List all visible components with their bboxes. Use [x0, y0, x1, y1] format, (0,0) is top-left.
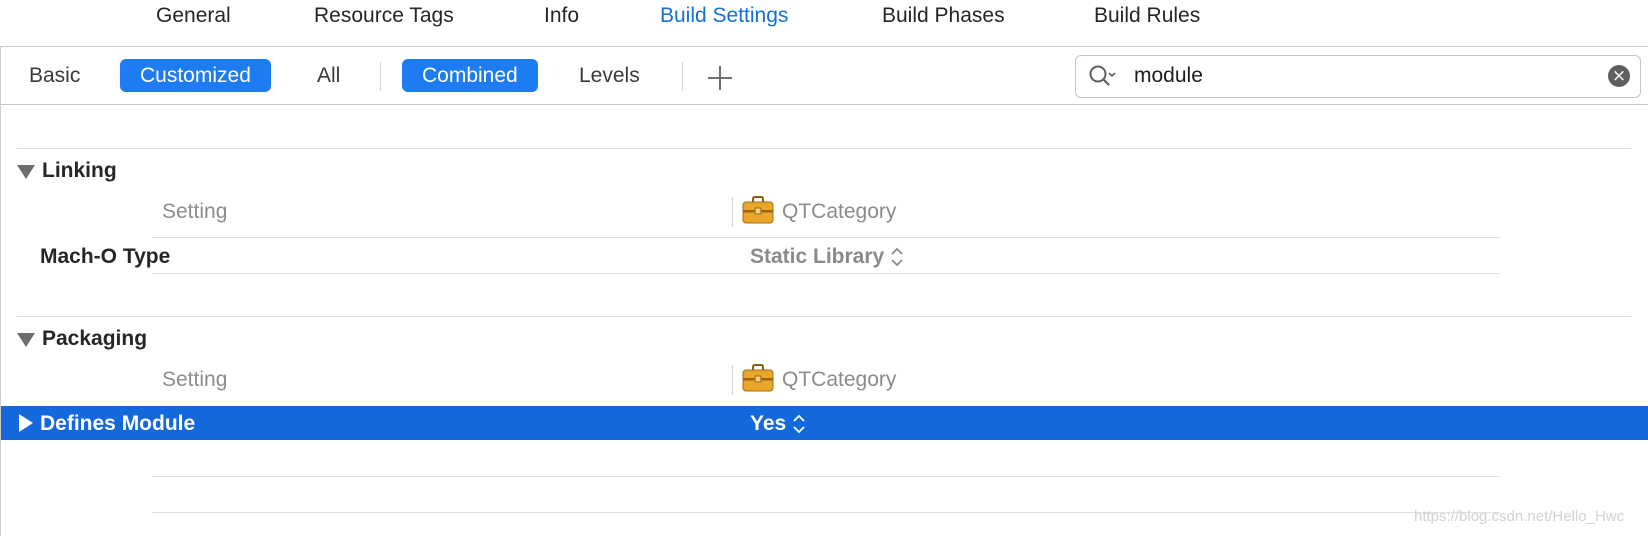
search-icon[interactable] — [1088, 64, 1116, 90]
editor-tab-bar: General Resource Tags Info Build Setting… — [0, 0, 1648, 47]
column-divider — [732, 365, 733, 395]
clear-search-icon[interactable]: × — [1608, 65, 1630, 87]
section-title-packaging: Packaging — [42, 327, 148, 350]
section-title-linking: Linking — [42, 159, 117, 182]
filter-divider — [682, 62, 683, 91]
column-divider — [732, 197, 733, 227]
left-border — [0, 46, 1, 536]
row-divider — [152, 512, 1500, 513]
toolbox-target-icon — [742, 364, 774, 392]
search-field[interactable]: × — [1075, 55, 1641, 98]
view-levels-button[interactable]: Levels — [559, 59, 660, 92]
linking-disclosure-triangle-icon[interactable] — [17, 165, 35, 179]
view-combined-button[interactable]: Combined — [402, 59, 538, 92]
row-divider — [152, 273, 1500, 274]
defines-module-value-popup[interactable]: Yes — [750, 412, 806, 436]
filter-divider — [380, 62, 381, 91]
setting-name-mach-o-type: Mach-O Type — [40, 245, 171, 268]
search-input[interactable] — [1134, 61, 1574, 91]
tab-resource-tags[interactable]: Resource Tags — [314, 4, 454, 28]
tab-build-settings[interactable]: Build Settings — [660, 4, 788, 28]
section-divider — [17, 148, 1631, 149]
expand-row-triangle-icon[interactable] — [19, 414, 33, 432]
toolbox-target-icon — [742, 196, 774, 224]
tab-info[interactable]: Info — [544, 4, 579, 28]
column-header-setting: Setting — [162, 368, 228, 391]
stepper-arrows-icon — [891, 248, 903, 267]
row-divider — [152, 237, 1500, 238]
setting-row-defines-module[interactable]: Defines Module Yes — [1, 406, 1648, 440]
tab-build-phases[interactable]: Build Phases — [882, 4, 1005, 28]
tab-general[interactable]: General — [156, 4, 231, 28]
tab-build-rules[interactable]: Build Rules — [1094, 4, 1200, 28]
filter-customized-button[interactable]: Customized — [120, 59, 271, 92]
mach-o-type-value-popup[interactable]: Static Library — [750, 245, 904, 269]
section-divider — [17, 316, 1631, 317]
defines-module-value: Yes — [750, 412, 787, 435]
filter-basic-button[interactable]: Basic — [9, 59, 100, 92]
stepper-arrows-icon — [793, 415, 805, 434]
mach-o-type-value: Static Library — [750, 245, 885, 268]
watermark-text: https://blog.csdn.net/Hello_Hwc — [1414, 508, 1625, 525]
column-header-target: QTCategory — [782, 368, 897, 391]
setting-name-defines-module: Defines Module — [40, 412, 196, 435]
filter-all-button[interactable]: All — [297, 59, 360, 92]
add-setting-plus-icon[interactable] — [708, 66, 732, 90]
column-header-target: QTCategory — [782, 200, 897, 223]
row-divider — [152, 476, 1500, 477]
packaging-disclosure-triangle-icon[interactable] — [17, 333, 35, 347]
column-header-setting: Setting — [162, 200, 228, 223]
